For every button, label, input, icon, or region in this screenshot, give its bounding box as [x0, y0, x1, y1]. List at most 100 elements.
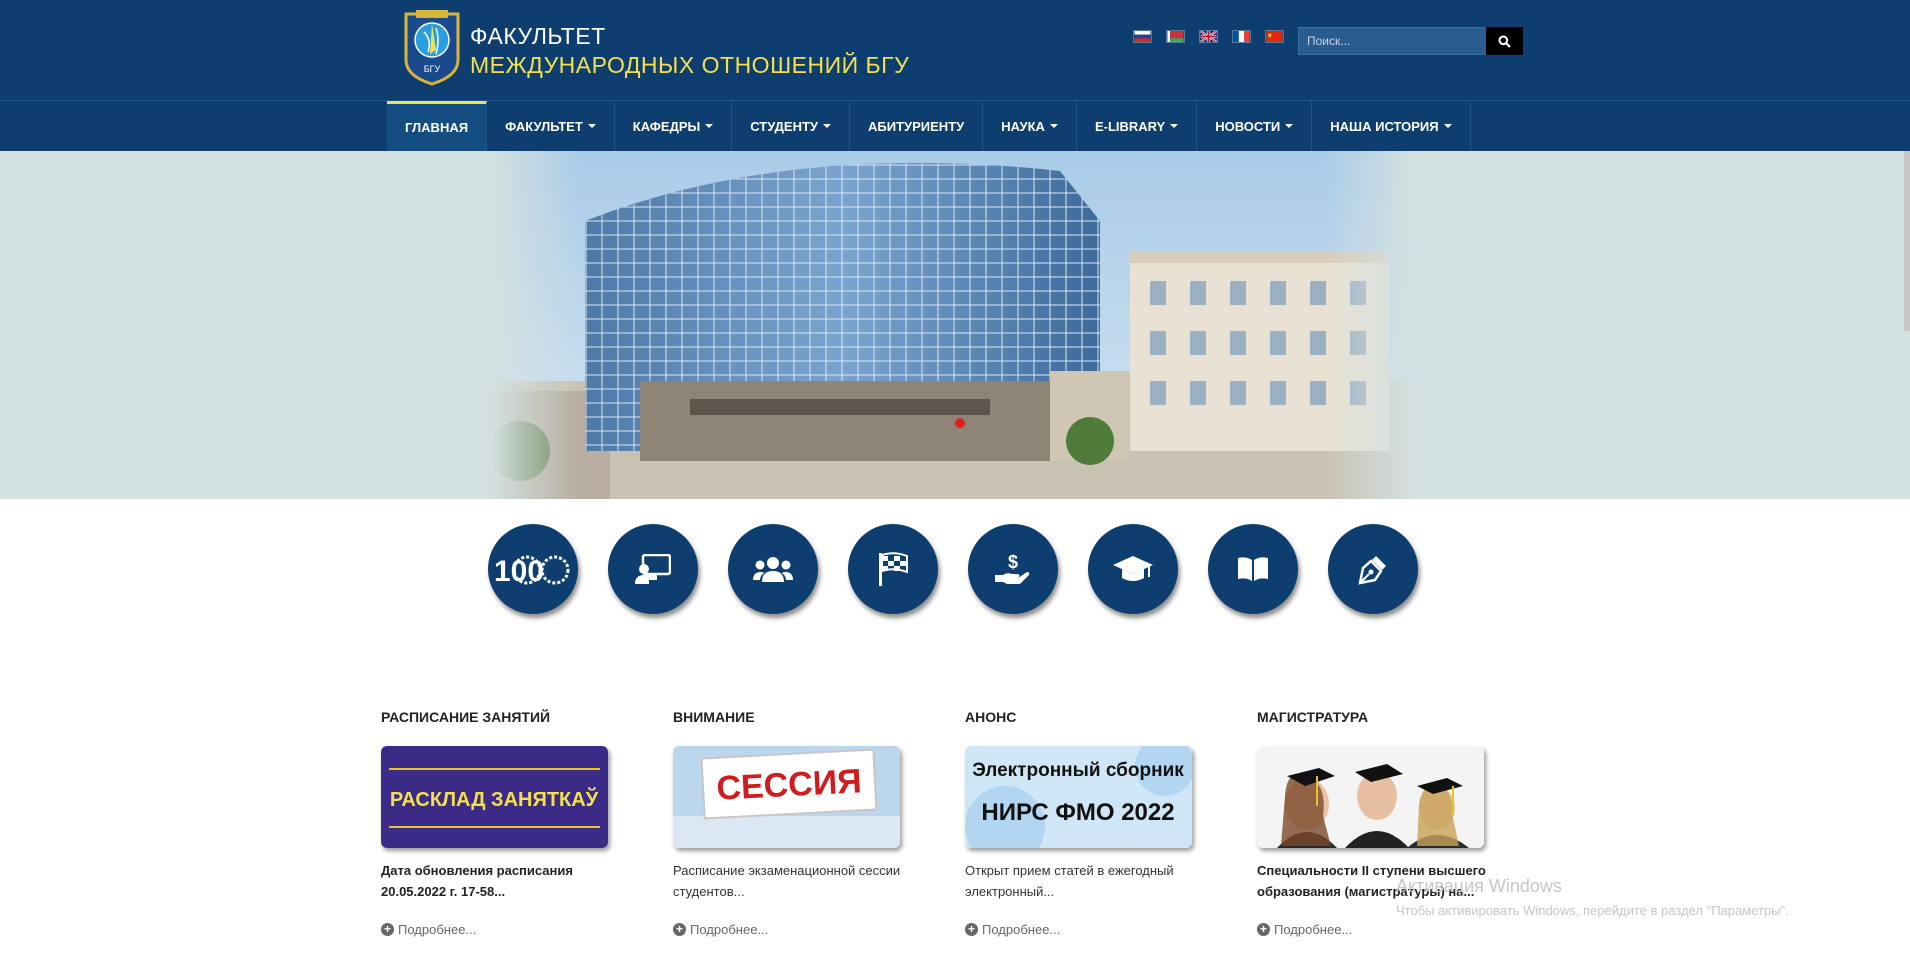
- nav-label: КАФЕДРЫ: [632, 118, 701, 134]
- site-brand[interactable]: БГУ ФАКУЛЬТЕТ МЕЖДУНАРОДНЫХ ОТНОШЕНИЙ БГ…: [402, 10, 909, 86]
- session-banner-image: СЕССИЯ: [673, 746, 900, 848]
- 100-anniversary-icon: 100: [494, 555, 570, 588]
- nav-item-home[interactable]: ГЛАВНАЯ: [387, 101, 488, 151]
- plus-circle-icon: +: [673, 923, 686, 936]
- caret-down-icon: [823, 124, 832, 128]
- users-group-icon: [753, 557, 793, 582]
- nav-label: E-LIBRARY: [1094, 118, 1166, 134]
- page-root: БГУ ФАКУЛЬТЕТ МЕЖДУНАРОДНЫХ ОТНОШЕНИЙ БГ…: [0, 0, 1910, 968]
- card-text: Открыт прием статей в ежегодный электрон…: [965, 863, 1174, 899]
- card-image-schedule[interactable]: РАСКЛАД ЗАНЯТКАЎ: [381, 746, 608, 848]
- quick-link-graduates[interactable]: [1088, 524, 1178, 614]
- bsu-crest-logo: БГУ: [404, 10, 460, 86]
- flag-uk-icon[interactable]: [1199, 30, 1218, 43]
- open-book-icon: [1238, 557, 1268, 581]
- read-more-link[interactable]: + Подробнее...: [1257, 922, 1549, 937]
- read-more-label: Подробнее...: [1274, 922, 1353, 937]
- nav-item-science[interactable]: НАУКА: [983, 101, 1077, 151]
- caret-down-icon: [705, 124, 714, 128]
- flag-russia-icon[interactable]: [1133, 30, 1152, 43]
- quick-link-100-anniversary[interactable]: 100: [488, 524, 578, 614]
- plus-circle-icon: +: [381, 923, 394, 936]
- plus-circle-icon: +: [1257, 923, 1270, 936]
- slider-indicator-dot[interactable]: [955, 418, 965, 428]
- card-text: Дата обновления расписания 20.05.2022 г.…: [381, 863, 573, 899]
- nav-item-departments[interactable]: КАФЕДРЫ: [615, 101, 733, 151]
- card-title[interactable]: РАСПИСАНИЕ ЗАНЯТИЙ: [381, 709, 673, 731]
- card-text: Расписание экзаменационной сессии студен…: [673, 863, 901, 899]
- quick-link-community[interactable]: [728, 524, 818, 614]
- card-image-session[interactable]: СЕССИЯ: [673, 746, 900, 848]
- read-more-link[interactable]: + Подробнее...: [381, 922, 673, 937]
- read-more-link[interactable]: + Подробнее...: [673, 922, 965, 937]
- language-flags: [1133, 30, 1284, 43]
- flag-belarus-icon[interactable]: [1166, 30, 1185, 43]
- read-more-link[interactable]: + Подробнее...: [965, 922, 1257, 937]
- plus-circle-icon: +: [965, 923, 978, 936]
- nav-item-elibrary[interactable]: E-LIBRARY: [1077, 101, 1198, 151]
- nav-label: СТУДЕНТУ: [750, 118, 819, 134]
- watermark-subtitle: Чтобы активировать Windows, перейдите в …: [1396, 903, 1789, 918]
- page-scrollbar[interactable]: [1904, 151, 1910, 331]
- brand-title-line1: ФАКУЛЬТЕТ: [470, 23, 606, 49]
- news-card-schedule: РАСПИСАНИЕ ЗАНЯТИЙ РАСКЛАД ЗАНЯТКАЎ Дата…: [381, 709, 673, 937]
- caret-down-icon: [1170, 124, 1179, 128]
- university-building-image: [490, 151, 1415, 499]
- read-more-label: Подробнее...: [690, 922, 769, 937]
- site-header: БГУ ФАКУЛЬТЕТ МЕЖДУНАРОДНЫХ ОТНОШЕНИЙ БГ…: [0, 0, 1910, 100]
- main-navigation: ГЛАВНАЯ ФАКУЛЬТЕТ КАФЕДРЫ СТУДЕНТУ АБИТУ…: [0, 100, 1910, 151]
- nav-item-faculty[interactable]: ФАКУЛЬТЕТ: [487, 101, 615, 151]
- svg-text:$: $: [1008, 552, 1018, 572]
- caret-down-icon: [587, 124, 596, 128]
- graduation-cap-icon: [1113, 556, 1153, 581]
- watermark-title: Активация Windows: [1396, 876, 1562, 896]
- flag-france-icon[interactable]: [1232, 30, 1251, 43]
- nav-label: ГЛАВНАЯ: [405, 120, 469, 135]
- caret-down-icon: [1443, 124, 1452, 128]
- schedule-banner-image: РАСКЛАД ЗАНЯТКАЎ: [381, 746, 608, 848]
- news-card-announcement: АНОНС Электронный сборник НИРС ФМО 2022 …: [965, 709, 1257, 937]
- nav-label: НАША ИСТОРИЯ: [1330, 118, 1439, 134]
- caret-down-icon: [1285, 124, 1294, 128]
- nirs-banner-image: Электронный сборник НИРС ФМО 2022: [965, 746, 1192, 848]
- nirs-banner-line1: Электронный сборник: [972, 760, 1184, 781]
- nav-label: НАУКА: [1001, 118, 1045, 134]
- card-title[interactable]: ВНИМАНИЕ: [673, 709, 965, 731]
- nav-item-applicant[interactable]: АБИТУРИЕНТУ: [850, 101, 984, 151]
- brand-title-line2: МЕЖДУНАРОДНЫХ ОТНОШЕНИЙ БГУ: [470, 52, 910, 78]
- session-banner-text: СЕССИЯ: [716, 762, 863, 808]
- card-title[interactable]: МАГИСТРАТУРА: [1257, 709, 1549, 731]
- nav-item-history[interactable]: НАША ИСТОРИЯ: [1312, 101, 1471, 151]
- checkered-flag-icon: [879, 552, 908, 586]
- read-more-label: Подробнее...: [982, 922, 1061, 937]
- nav-label: ФАКУЛЬТЕТ: [505, 118, 583, 134]
- search-button[interactable]: [1486, 27, 1523, 55]
- news-card-attention: ВНИМАНИЕ СЕССИЯ Расписание экзаменационн…: [673, 709, 965, 937]
- schedule-banner-text: РАСКЛАД ЗАНЯТКАЎ: [390, 787, 599, 811]
- nav-label: НОВОСТИ: [1215, 118, 1281, 134]
- caret-down-icon: [1049, 124, 1058, 128]
- search-input[interactable]: [1299, 28, 1487, 54]
- quick-link-paid-services[interactable]: $: [968, 524, 1058, 614]
- crest-label: БГУ: [424, 64, 441, 74]
- read-more-label: Подробнее...: [398, 922, 477, 937]
- search-icon: [1498, 35, 1511, 48]
- hero-banner: [0, 151, 1910, 499]
- quick-link-teacher[interactable]: [608, 524, 698, 614]
- quick-link-library[interactable]: [1208, 524, 1298, 614]
- nav-label: АБИТУРИЕНТУ: [868, 118, 965, 134]
- nav-item-student[interactable]: СТУДЕНТУ: [732, 101, 851, 151]
- flag-china-icon[interactable]: [1265, 30, 1284, 43]
- windows-activation-watermark: Активация Windows Чтобы активировать Win…: [1396, 876, 1789, 918]
- quick-link-competitions[interactable]: [848, 524, 938, 614]
- nav-item-news[interactable]: НОВОСТИ: [1197, 101, 1313, 151]
- quick-link-publications[interactable]: [1328, 524, 1418, 614]
- card-image-masters[interactable]: [1257, 746, 1484, 848]
- search-box: [1298, 27, 1488, 55]
- card-image-nirs[interactable]: Электронный сборник НИРС ФМО 2022: [965, 746, 1192, 848]
- card-title[interactable]: АНОНС: [965, 709, 1257, 731]
- news-cards: РАСПИСАНИЕ ЗАНЯТИЙ РАСКЛАД ЗАНЯТКАЎ Дата…: [381, 709, 1549, 937]
- pen-nib-icon: [1358, 556, 1386, 585]
- teacher-board-icon: [635, 554, 671, 584]
- quick-links-row: 100 $: [488, 524, 1418, 614]
